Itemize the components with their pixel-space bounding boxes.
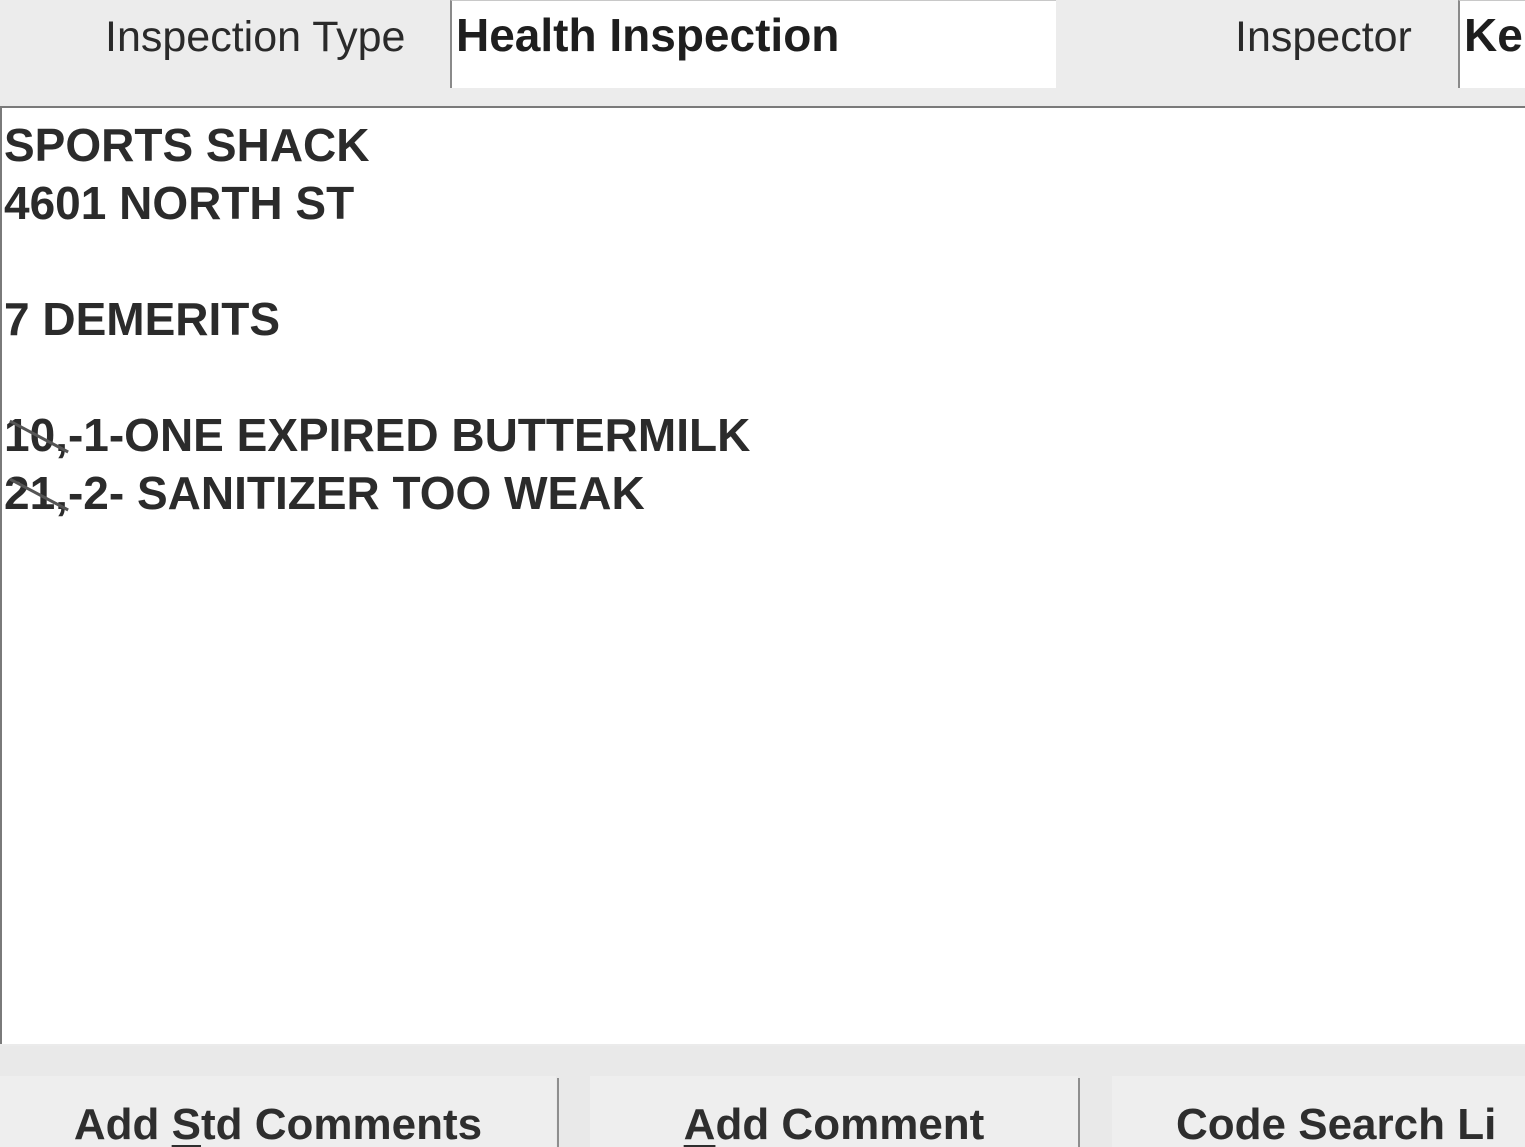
button-label-part: Code Search Li: [1176, 1100, 1497, 1147]
demerits-total: 7 DEMERITS: [4, 293, 281, 345]
comments-textarea[interactable]: SPORTS SHACK 4601 NORTH ST 7 DEMERITS 10…: [0, 106, 1525, 1044]
violation-line: 21,-2- SANITIZER TOO WEAK: [4, 464, 1525, 522]
add-std-comments-button[interactable]: Add Std Comments: [0, 1076, 556, 1147]
establishment-address: 4601 NORTH ST: [4, 177, 355, 229]
header-row: Inspection Type Health Inspection Inspec…: [0, 0, 1525, 104]
inspection-type-field[interactable]: Health Inspection: [450, 0, 1056, 88]
inspector-label: Inspector: [1235, 13, 1412, 61]
establishment-name: SPORTS SHACK: [4, 119, 370, 171]
violation-code: 21,: [4, 467, 68, 519]
inspection-comments-window: Inspection Type Health Inspection Inspec…: [0, 0, 1525, 1147]
code-search-button[interactable]: Code Search Li: [1112, 1076, 1525, 1147]
accelerator-key: A: [683, 1100, 716, 1147]
button-label-part: Add: [73, 1100, 172, 1147]
violation-line: 10,-1-ONE EXPIRED BUTTERMILK: [4, 406, 1525, 464]
button-divider: [557, 1078, 559, 1147]
violation-text: -1-ONE EXPIRED BUTTERMILK: [67, 409, 751, 461]
violation-code: 10,: [4, 409, 68, 461]
button-label-part: td Comments: [201, 1100, 483, 1147]
accelerator-key: S: [171, 1100, 201, 1147]
button-bar: Add Std Comments Add Comment Code Search…: [0, 1046, 1525, 1147]
inspection-type-label: Inspection Type: [105, 13, 406, 61]
add-comment-button[interactable]: Add Comment: [590, 1076, 1078, 1147]
violation-text: -2- SANITIZER TOO WEAK: [67, 467, 645, 519]
button-divider: [1078, 1078, 1080, 1147]
button-label-part: dd Comment: [715, 1100, 985, 1147]
inspector-field[interactable]: Ke: [1458, 0, 1525, 88]
